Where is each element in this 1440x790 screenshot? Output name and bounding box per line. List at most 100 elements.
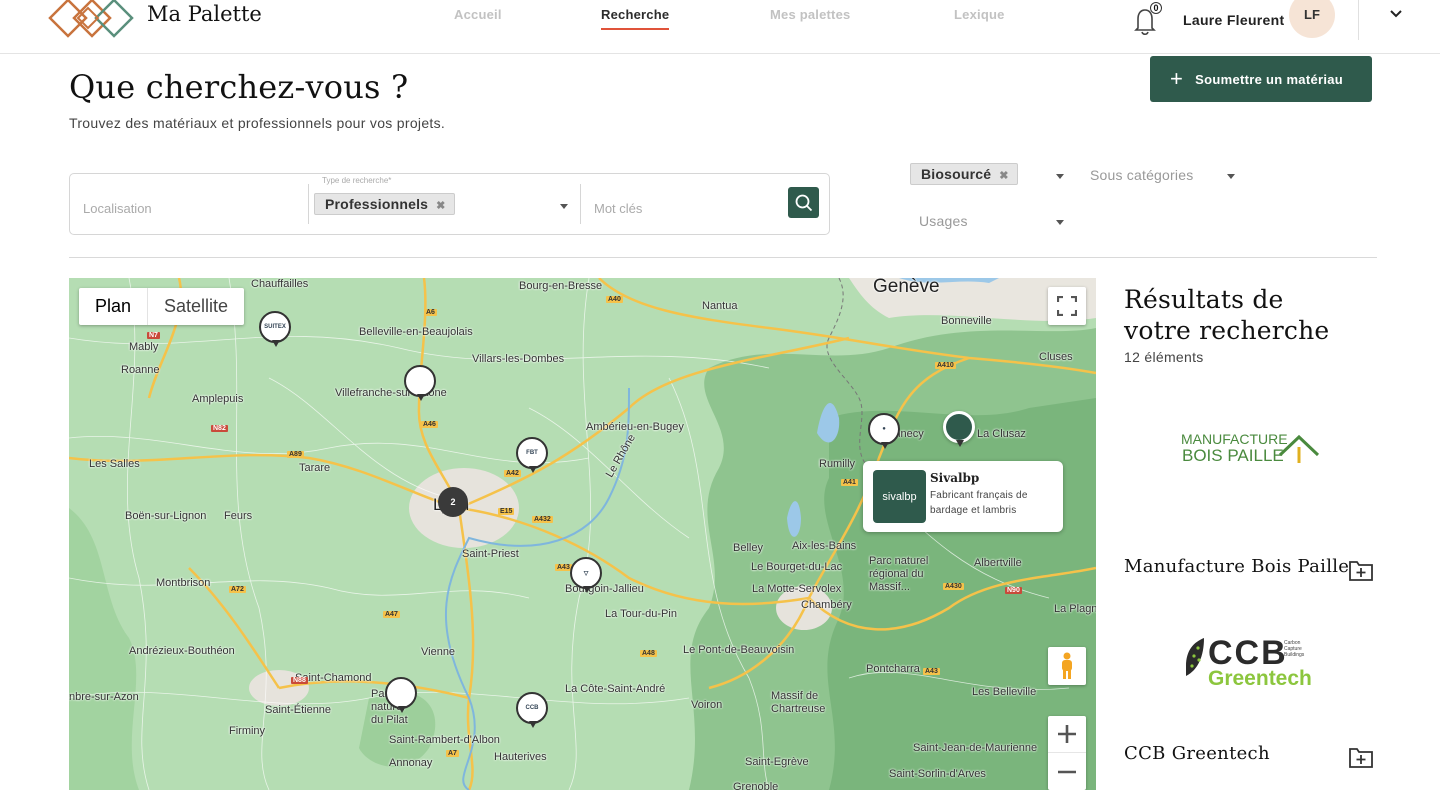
sivalbp-pin-icon (946, 414, 972, 440)
map-place-label: Belley (733, 542, 763, 554)
search-button[interactable] (788, 187, 819, 218)
dropdown-arrow-icon[interactable] (560, 204, 568, 209)
map-pin[interactable] (385, 677, 417, 713)
search-divider (308, 184, 309, 224)
result-logo-ccb-greentech[interactable]: CCB Carbon Capture Buildings Greentech (1184, 636, 1316, 694)
map-place-label: Feurs (224, 510, 253, 522)
map-place-label: Vienne (421, 646, 456, 658)
road-shield: A41 (841, 479, 858, 486)
map-place-label: Les Salles (89, 458, 140, 470)
nav-recherche[interactable]: Recherche (601, 7, 670, 30)
remove-chip-icon[interactable]: ✖ (999, 170, 1008, 182)
map-place-label: Firminy (229, 725, 266, 737)
map-type-toggle: Plan Satellite (79, 288, 245, 325)
map-pin-suitex[interactable]: SUITEX (259, 311, 291, 347)
road-shield: A89 (287, 451, 304, 458)
remove-chip-icon[interactable]: ✖ (436, 200, 445, 212)
submit-material-button[interactable]: + Soumettre un matériau (1150, 56, 1372, 102)
map-place-label: Andrézieux-Bouthéon (129, 645, 235, 657)
map-mode-satellite[interactable]: Satellite (148, 288, 244, 325)
search-type-chip[interactable]: Professionnels ✖ (314, 193, 455, 215)
map-pin[interactable] (404, 365, 436, 401)
road-shield: N82 (211, 425, 228, 432)
road-shield: A430 (943, 583, 964, 590)
popup-description: Fabricant français de bardage et lambris (930, 490, 1028, 516)
map-place-label: Ambérieu-en-Bugey (586, 421, 684, 433)
brand-name[interactable]: Ma Palette (147, 2, 262, 26)
map-mode-plan[interactable]: Plan (79, 288, 149, 325)
map-place-label: La Plagne-T (1054, 603, 1096, 615)
results-count: 12 éléments (1124, 349, 1204, 365)
logo-line: MANUFACTURE (1181, 431, 1288, 447)
zoom-out-button[interactable] (1048, 753, 1086, 790)
search-divider (580, 184, 581, 224)
header-divider (1358, 0, 1359, 40)
nav-lexique[interactable]: Lexique (954, 7, 1005, 22)
road-shield: A47 (383, 611, 400, 618)
top-header: Ma Palette Accueil Recherche Mes palette… (0, 0, 1440, 54)
ma-palette-logo-icon[interactable] (48, 0, 134, 44)
dropdown-arrow-icon[interactable] (1227, 174, 1235, 179)
search-type-value: Professionnels (325, 196, 429, 212)
map-place-label: Le Bourget-du-Lac (751, 561, 843, 573)
zoom-in-button[interactable] (1048, 716, 1086, 753)
dropdown-arrow-icon[interactable] (1056, 174, 1064, 179)
nav-accueil[interactable]: Accueil (454, 7, 502, 22)
map-place-label: Parc naturel régional du Massif... (869, 555, 929, 593)
map-popup-card[interactable]: sivalbp Sivalbp Fabricant français de ba… (863, 461, 1063, 532)
map-place-label: La Côte-Saint-André (565, 683, 666, 695)
keyword-input[interactable] (582, 188, 782, 228)
user-avatar[interactable]: LF (1289, 0, 1335, 38)
minus-icon (1058, 770, 1076, 773)
location-input[interactable] (70, 188, 308, 228)
search-icon (795, 194, 812, 211)
subcategory-select[interactable]: Sous catégories (1090, 167, 1193, 183)
leaf-icon (1186, 638, 1204, 690)
fullscreen-button[interactable] (1048, 287, 1086, 325)
map-place-label: Albertville (974, 557, 1022, 569)
map-pin[interactable]: ● (868, 413, 900, 449)
map-place-label: Tarare (299, 462, 331, 474)
search-bar: Type de recherche* Professionnels ✖ (69, 173, 830, 235)
add-to-palette-icon[interactable] (1348, 745, 1374, 769)
result-name[interactable]: Manufacture Bois Paille (1124, 556, 1349, 577)
map-place-label: Massif de Chartreuse (771, 690, 826, 715)
results-map[interactable]: Genève Lyon Chauffailles Bourg-en-Bresse… (69, 278, 1096, 790)
road-shield: E15 (498, 508, 515, 515)
street-view-button[interactable] (1048, 647, 1086, 685)
usages-select[interactable]: Usages (919, 213, 968, 229)
road-shield: A42 (504, 470, 521, 477)
map-place-label: nbre-sur-Azon (69, 691, 139, 703)
submit-material-label: Soumettre un matériau (1195, 71, 1344, 87)
map-pin[interactable]: ▽ (570, 557, 602, 593)
map-place-label: Saint-Priest (462, 548, 519, 560)
map-cluster[interactable]: 2 (438, 487, 468, 517)
popup-title: Sivalbp (930, 471, 980, 485)
map-place-label: Bourg-en-Bresse (519, 280, 603, 292)
zoom-controls (1048, 716, 1086, 790)
plus-icon (1058, 725, 1076, 743)
map-pin-ccb[interactable]: CCB (516, 692, 548, 728)
dropdown-arrow-icon[interactable] (1056, 220, 1064, 225)
chevron-down-icon[interactable] (1388, 6, 1404, 22)
map-place-label: Hauterives (494, 751, 547, 763)
category-chip[interactable]: Biosourcé ✖ (910, 163, 1018, 185)
roof-icon (1278, 434, 1320, 463)
fullscreen-icon (1057, 296, 1077, 316)
road-shield: A46 (421, 421, 438, 428)
map-place-label: Le Pont-de-Beauvoisin (683, 644, 795, 656)
section-divider (69, 257, 1377, 258)
map-place-label: La Tour-du-Pin (605, 608, 677, 620)
user-name[interactable]: Laure Fleurent (1183, 12, 1284, 28)
result-name[interactable]: CCB Greentech (1124, 743, 1270, 764)
map-place-label: Pontcharra (866, 663, 920, 675)
map-pin-sivalbp[interactable] (943, 411, 975, 447)
road-shield: A6 (424, 309, 437, 316)
result-logo-manufacture-bois-paille[interactable]: MANUFACTURE BOIS PAILLE (1176, 428, 1322, 468)
map-pin-fbt[interactable]: FBT (516, 437, 548, 473)
map-place-label: Genève (873, 278, 940, 297)
nav-mes-palettes[interactable]: Mes palettes (770, 7, 850, 22)
add-to-palette-icon[interactable] (1348, 558, 1374, 582)
map-place-label: Chauffailles (251, 278, 309, 290)
map-place-label: Saint-Étienne (265, 704, 332, 716)
